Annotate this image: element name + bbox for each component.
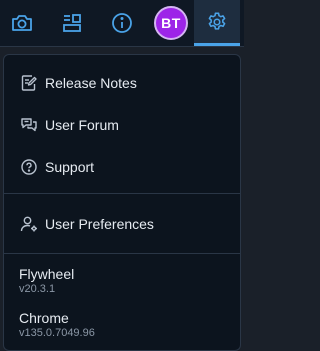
release-notes-icon xyxy=(20,74,38,92)
app-version-flywheel: v20.3.1 xyxy=(19,283,56,295)
settings-dropdown-menu: Release Notes User Forum Support User Pr… xyxy=(3,54,241,351)
screenshot-button[interactable] xyxy=(3,0,41,46)
app-root: BT Release Notes User Forum Support User… xyxy=(0,0,244,351)
camera-icon xyxy=(12,15,32,31)
forum-icon xyxy=(20,116,38,134)
layout-button[interactable] xyxy=(53,0,91,46)
menu-divider xyxy=(4,193,240,194)
menu-item-user-preferences[interactable]: User Preferences xyxy=(4,204,240,244)
app-version-chrome: v135.0.7049.96 xyxy=(19,327,95,339)
menu-item-user-forum[interactable]: User Forum xyxy=(4,105,240,145)
settings-button[interactable] xyxy=(194,0,240,46)
menu-item-label: User Forum xyxy=(45,117,119,133)
info-icon xyxy=(112,13,132,33)
menu-item-label: User Preferences xyxy=(45,216,154,232)
layout-icon xyxy=(63,14,81,32)
app-name-chrome: Chrome xyxy=(19,310,69,326)
menu-item-label: Release Notes xyxy=(45,75,137,91)
user-avatar-button[interactable]: BT xyxy=(152,0,190,46)
menu-item-support[interactable]: Support xyxy=(4,147,240,187)
menu-item-release-notes[interactable]: Release Notes xyxy=(4,63,240,103)
menu-item-label: Support xyxy=(45,159,95,175)
gear-icon xyxy=(208,12,226,30)
info-button[interactable] xyxy=(103,0,141,46)
menu-divider xyxy=(4,253,240,254)
help-icon xyxy=(20,158,38,176)
app-name-flywheel: Flywheel xyxy=(19,266,75,282)
user-settings-icon xyxy=(20,215,38,233)
avatar: BT xyxy=(154,6,188,40)
top-toolbar: BT xyxy=(0,0,244,47)
